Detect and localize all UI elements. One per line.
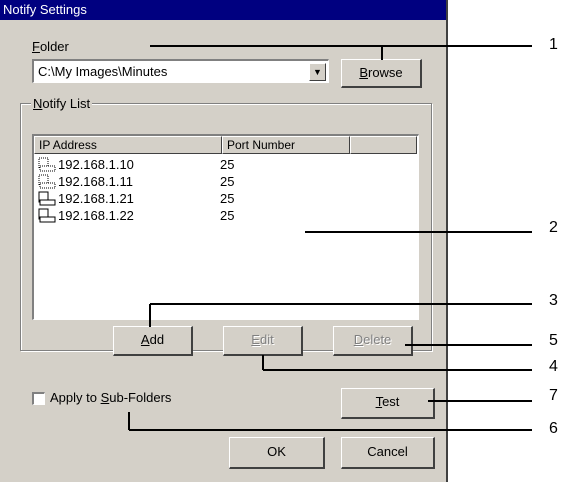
callout-4: 4	[549, 358, 558, 375]
callout-leader-lines	[128, 45, 532, 431]
callout-6: 6	[549, 420, 558, 437]
callout-7: 7	[549, 387, 558, 404]
callout-5: 5	[549, 332, 558, 349]
callout-1: 1	[549, 36, 558, 53]
callout-3: 3	[549, 292, 558, 309]
callout-2: 2	[549, 219, 558, 236]
